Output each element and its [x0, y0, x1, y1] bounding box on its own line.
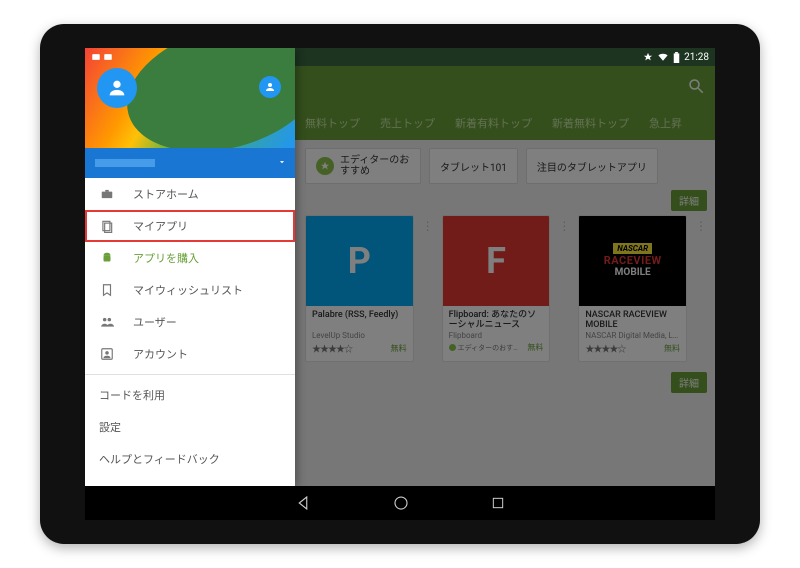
- avatar-secondary[interactable]: [259, 76, 281, 98]
- nav-drawer: ストアホーム マイアプリ アプリを購入 マイウィッシュリスト ユーザー: [85, 48, 295, 486]
- person-box-icon: [99, 347, 115, 361]
- drawer-items: ストアホーム マイアプリ アプリを購入 マイウィッシュリスト ユーザー: [85, 178, 295, 486]
- home-icon[interactable]: [392, 494, 410, 512]
- recents-icon[interactable]: [490, 495, 506, 511]
- image-icon: [103, 52, 113, 62]
- drawer-item-account[interactable]: アカウント: [85, 338, 295, 370]
- drawer-item-label: コードを利用: [99, 387, 165, 403]
- drawer-item-wishlist[interactable]: マイウィッシュリスト: [85, 274, 295, 306]
- battery-icon: [673, 52, 680, 63]
- drawer-item-label: マイアプリ: [133, 218, 188, 234]
- drawer-item-label: アカウント: [133, 346, 188, 362]
- android-icon: [99, 251, 115, 265]
- drawer-item-label: ストアホーム: [133, 186, 199, 202]
- drawer-item-store-home[interactable]: ストアホーム: [85, 178, 295, 210]
- screen: 21:28 アプリ 無料トップ 売上トップ 新着有料トップ 新着無料トップ 急上…: [85, 48, 715, 520]
- drawer-item-users[interactable]: ユーザー: [85, 306, 295, 338]
- avatar-main[interactable]: [97, 68, 137, 108]
- account-name-redacted: [95, 159, 155, 167]
- status-bar: 21:28: [85, 48, 715, 66]
- drawer-item-help[interactable]: ヘルプとフィードバック: [85, 443, 295, 475]
- drawer-item-my-apps[interactable]: マイアプリ: [85, 210, 295, 242]
- tablet-frame: 21:28 アプリ 無料トップ 売上トップ 新着有料トップ 新着無料トップ 急上…: [40, 24, 760, 544]
- account-switcher[interactable]: [85, 148, 295, 178]
- wifi-icon: [657, 52, 669, 62]
- divider: [85, 374, 295, 375]
- drawer-item-about[interactable]: Googleについて: [85, 475, 295, 486]
- bookmark-icon: [99, 283, 115, 297]
- drawer-item-buy-apps[interactable]: アプリを購入: [85, 242, 295, 274]
- clock: 21:28: [684, 52, 709, 63]
- star-icon: [643, 52, 653, 62]
- drawer-item-label: アプリを購入: [133, 250, 199, 266]
- drawer-item-redeem[interactable]: コードを利用: [85, 379, 295, 411]
- system-nav-bar: [85, 486, 715, 520]
- drawer-item-settings[interactable]: 設定: [85, 411, 295, 443]
- people-icon: [99, 315, 115, 329]
- screenshot-icon: [91, 52, 101, 62]
- drawer-item-label: マイウィッシュリスト: [133, 282, 243, 298]
- drawer-item-label: ユーザー: [133, 314, 177, 330]
- library-icon: [99, 219, 115, 233]
- back-icon[interactable]: [294, 494, 312, 512]
- briefcase-icon: [99, 187, 115, 201]
- chevron-down-icon: [277, 157, 287, 170]
- drawer-item-label: 設定: [99, 419, 121, 435]
- drawer-item-label: ヘルプとフィードバック: [99, 451, 220, 467]
